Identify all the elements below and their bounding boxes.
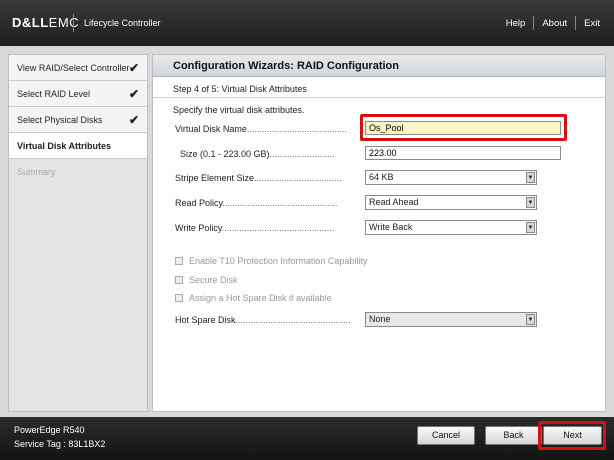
exit-link[interactable]: Exit: [584, 18, 600, 29]
logo-divider: [73, 14, 74, 32]
secure-disk-checkbox[interactable]: Secure Disk: [175, 275, 238, 285]
top-nav: Help About Exit: [506, 16, 600, 30]
dell-emc-logo: D&LLEMC: [12, 15, 79, 30]
sidebar-item-label: Select Physical Disks: [17, 115, 103, 125]
t10-checkbox[interactable]: Enable T10 Protection Information Capabi…: [175, 256, 367, 266]
checkbox-icon: [175, 294, 183, 302]
secure-disk-label: Secure Disk: [189, 275, 238, 285]
vd-name-label-text: Virtual Disk Name: [175, 124, 247, 134]
sidebar-item-summary: Summary: [9, 159, 147, 185]
sidebar-item-label: Select RAID Level: [17, 89, 91, 99]
leader-dots: ........................................…: [222, 198, 338, 208]
stripe-label-text: Stripe Element Size: [175, 173, 255, 183]
leader-dots: ...................................: [254, 173, 342, 183]
leader-dots: ..........................: [269, 149, 335, 159]
read-policy-label-text: Read Policy: [175, 198, 223, 208]
hot-spare-value: None: [369, 314, 391, 324]
stripe-value: 64 KB: [369, 172, 394, 182]
instructions: Specify the virtual disk attributes.: [173, 105, 305, 115]
sidebar-item-label: Summary: [17, 167, 56, 177]
vd-name-label: Virtual Disk Name.......................…: [175, 124, 351, 134]
sidebar-item-label: View RAID/Select Controller: [17, 63, 130, 73]
read-policy-label: Read Policy.............................…: [175, 198, 351, 208]
read-policy-select[interactable]: Read Ahead ▼: [365, 195, 537, 210]
logo-emc: EMC: [48, 15, 80, 30]
app-footer: PowerEdge R540 Service Tag : 83L1BX2 Can…: [0, 417, 614, 460]
page-title: Configuration Wizards: RAID Configuratio…: [153, 55, 605, 77]
stripe-label: Stripe Element Size.....................…: [175, 173, 351, 183]
nav-divider: [533, 16, 535, 30]
check-icon: ✔: [128, 87, 139, 101]
vd-name-highlight: [360, 114, 567, 141]
write-policy-select[interactable]: Write Back ▼: [365, 220, 537, 235]
wizard-steps-sidebar: View RAID/Select Controller ✔ Select RAI…: [8, 54, 148, 412]
chevron-down-icon[interactable]: ▼: [526, 197, 535, 208]
check-icon: ✔: [128, 113, 139, 127]
divider: [153, 97, 605, 98]
write-policy-label: Write Policy............................…: [175, 223, 351, 233]
size-label: Size (0.1 - 223.00 GB)..................…: [180, 149, 356, 159]
hot-spare-checkbox[interactable]: Assign a Hot Spare Disk if available: [175, 293, 332, 303]
chevron-down-icon[interactable]: ▼: [526, 314, 535, 325]
step-indicator: Step 4 of 5: Virtual Disk Attributes: [173, 84, 307, 94]
check-icon: ✔: [128, 61, 139, 75]
server-model: PowerEdge R540: [14, 425, 85, 435]
checkbox-icon: [175, 257, 183, 265]
stripe-select[interactable]: 64 KB ▼: [365, 170, 537, 185]
hot-spare-assign-label: Assign a Hot Spare Disk if available: [189, 293, 332, 303]
main-panel: Configuration Wizards: RAID Configuratio…: [152, 54, 606, 412]
write-policy-label-text: Write Policy: [175, 223, 222, 233]
t10-label: Enable T10 Protection Information Capabi…: [189, 256, 368, 266]
chevron-down-icon[interactable]: ▼: [526, 172, 535, 183]
chevron-down-icon[interactable]: ▼: [526, 222, 535, 233]
cancel-button[interactable]: Cancel: [417, 426, 475, 445]
sidebar-item-physical-disks[interactable]: Select Physical Disks ✔: [9, 107, 147, 133]
leader-dots: ........................................…: [221, 223, 335, 233]
size-input[interactable]: [365, 146, 561, 160]
about-link[interactable]: About: [542, 18, 567, 29]
size-label-text: Size (0.1 - 223.00 GB): [180, 149, 270, 159]
sidebar-item-view-raid[interactable]: View RAID/Select Controller ✔: [9, 55, 147, 81]
leader-dots: ........................................…: [235, 315, 351, 325]
leader-dots: ........................................: [246, 124, 347, 134]
sidebar-item-label: Virtual Disk Attributes: [17, 141, 112, 151]
next-highlight: [538, 421, 606, 450]
logo-dell: D&LL: [12, 15, 49, 30]
sidebar-item-vd-attributes[interactable]: Virtual Disk Attributes: [9, 133, 147, 159]
checkbox-icon: [175, 276, 183, 284]
nav-divider: [575, 16, 577, 30]
read-policy-value: Read Ahead: [369, 197, 419, 207]
service-tag: Service Tag : 83L1BX2: [14, 439, 106, 449]
sidebar-item-raid-level[interactable]: Select RAID Level ✔: [9, 81, 147, 107]
help-link[interactable]: Help: [506, 18, 526, 29]
hot-spare-label-text: Hot Spare Disk: [175, 315, 236, 325]
back-button[interactable]: Back: [485, 426, 542, 445]
product-name: Lifecycle Controller: [84, 18, 161, 28]
hot-spare-select[interactable]: None ▼: [365, 312, 537, 327]
app-header: D&LLEMC Lifecycle Controller Help About …: [0, 0, 614, 46]
hot-spare-label: Hot Spare Disk..........................…: [175, 315, 351, 325]
write-policy-value: Write Back: [369, 222, 413, 232]
